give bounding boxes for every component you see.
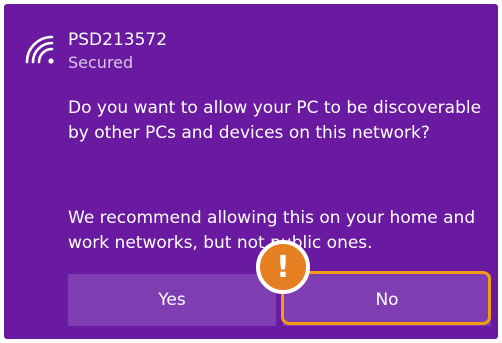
yes-button[interactable]: Yes [68,274,276,326]
discoverable-question: Do you want to allow your PC to be disco… [68,98,482,143]
no-button-highlight [281,271,491,325]
alert-badge-icon: ! [256,240,310,294]
network-name: PSD213572 [68,30,168,50]
wifi-icon [25,35,54,64]
network-status: Secured [68,53,134,72]
